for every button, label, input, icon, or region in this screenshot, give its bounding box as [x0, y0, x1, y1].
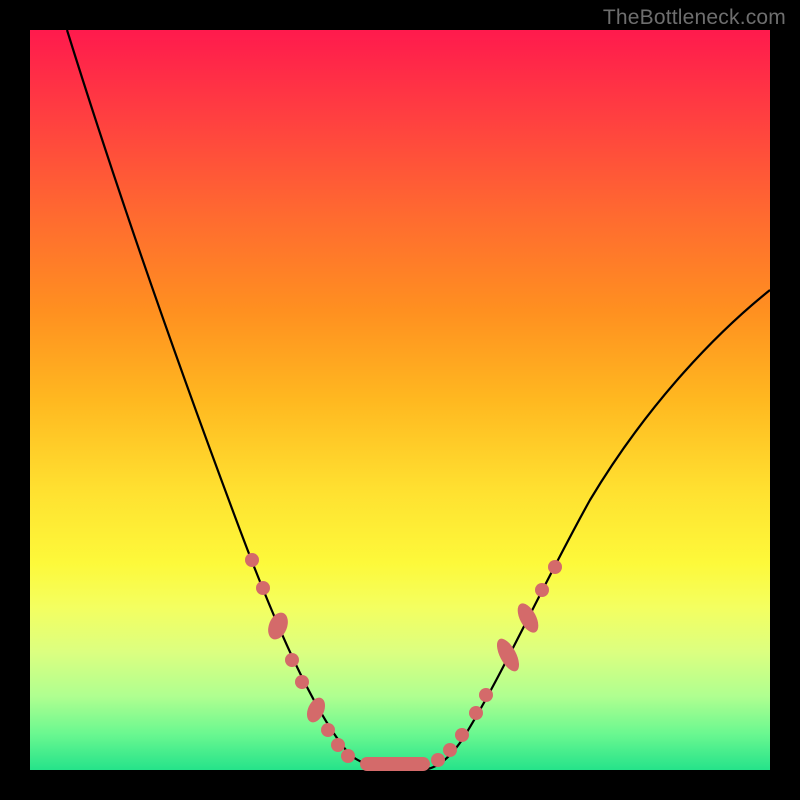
- marker-dot: [535, 583, 549, 597]
- watermark-text: TheBottleneck.com: [603, 6, 786, 30]
- marker-dot: [331, 738, 345, 752]
- marker-dot: [341, 749, 355, 763]
- marker-pill: [513, 600, 542, 636]
- bottleneck-curve: [30, 30, 770, 770]
- marker-dot: [548, 560, 562, 574]
- plot-area: [30, 30, 770, 770]
- marker-dot: [256, 581, 270, 595]
- marker-dot: [443, 743, 457, 757]
- marker-dot: [469, 706, 483, 720]
- marker-dot: [245, 553, 259, 567]
- curve-path: [67, 30, 770, 770]
- marker-dot: [321, 723, 335, 737]
- marker-dot: [455, 728, 469, 742]
- marker-dot: [431, 753, 445, 767]
- marker-pill: [492, 635, 523, 674]
- marker-pill: [264, 610, 291, 643]
- marker-dot: [295, 675, 309, 689]
- marker-dot: [479, 688, 493, 702]
- marker-pill-valley: [360, 757, 430, 771]
- marker-dot: [285, 653, 299, 667]
